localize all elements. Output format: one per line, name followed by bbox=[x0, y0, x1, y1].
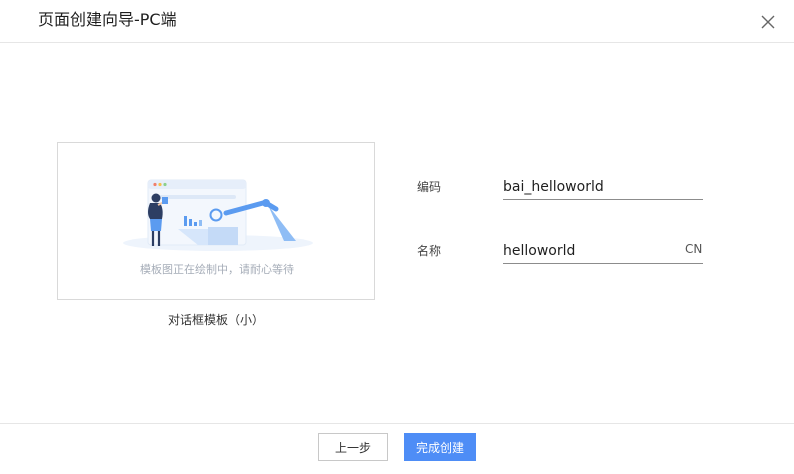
template-preview-illustration bbox=[123, 179, 313, 251]
close-icon[interactable] bbox=[760, 14, 776, 30]
code-input[interactable] bbox=[503, 175, 703, 200]
dialog-footer bbox=[0, 423, 794, 474]
dialog-title: 页面创建向导-PC端 bbox=[38, 10, 177, 29]
template-name: 对话框模板（小） bbox=[167, 313, 264, 327]
page-wizard-dialog: 页面创建向导-PC端 模板图正在绘制中，请耐心等待 对话框模板（小） 编码 ba… bbox=[0, 0, 794, 473]
name-input[interactable] bbox=[503, 239, 703, 264]
dialog-header: 页面创建向导-PC端 bbox=[0, 0, 794, 43]
template-preview-card[interactable]: 模板图正在绘制中，请耐心等待 bbox=[57, 142, 375, 300]
code-label: 编码 bbox=[417, 180, 442, 194]
preview-loading-text: 模板图正在绘制中，请耐心等待 bbox=[140, 263, 294, 276]
name-label: 名称 bbox=[417, 244, 442, 258]
language-tag[interactable]: CN bbox=[685, 242, 702, 256]
finish-create-button[interactable]: 完成创建 bbox=[404, 433, 476, 461]
previous-step-button[interactable]: 上一步 bbox=[318, 433, 388, 461]
